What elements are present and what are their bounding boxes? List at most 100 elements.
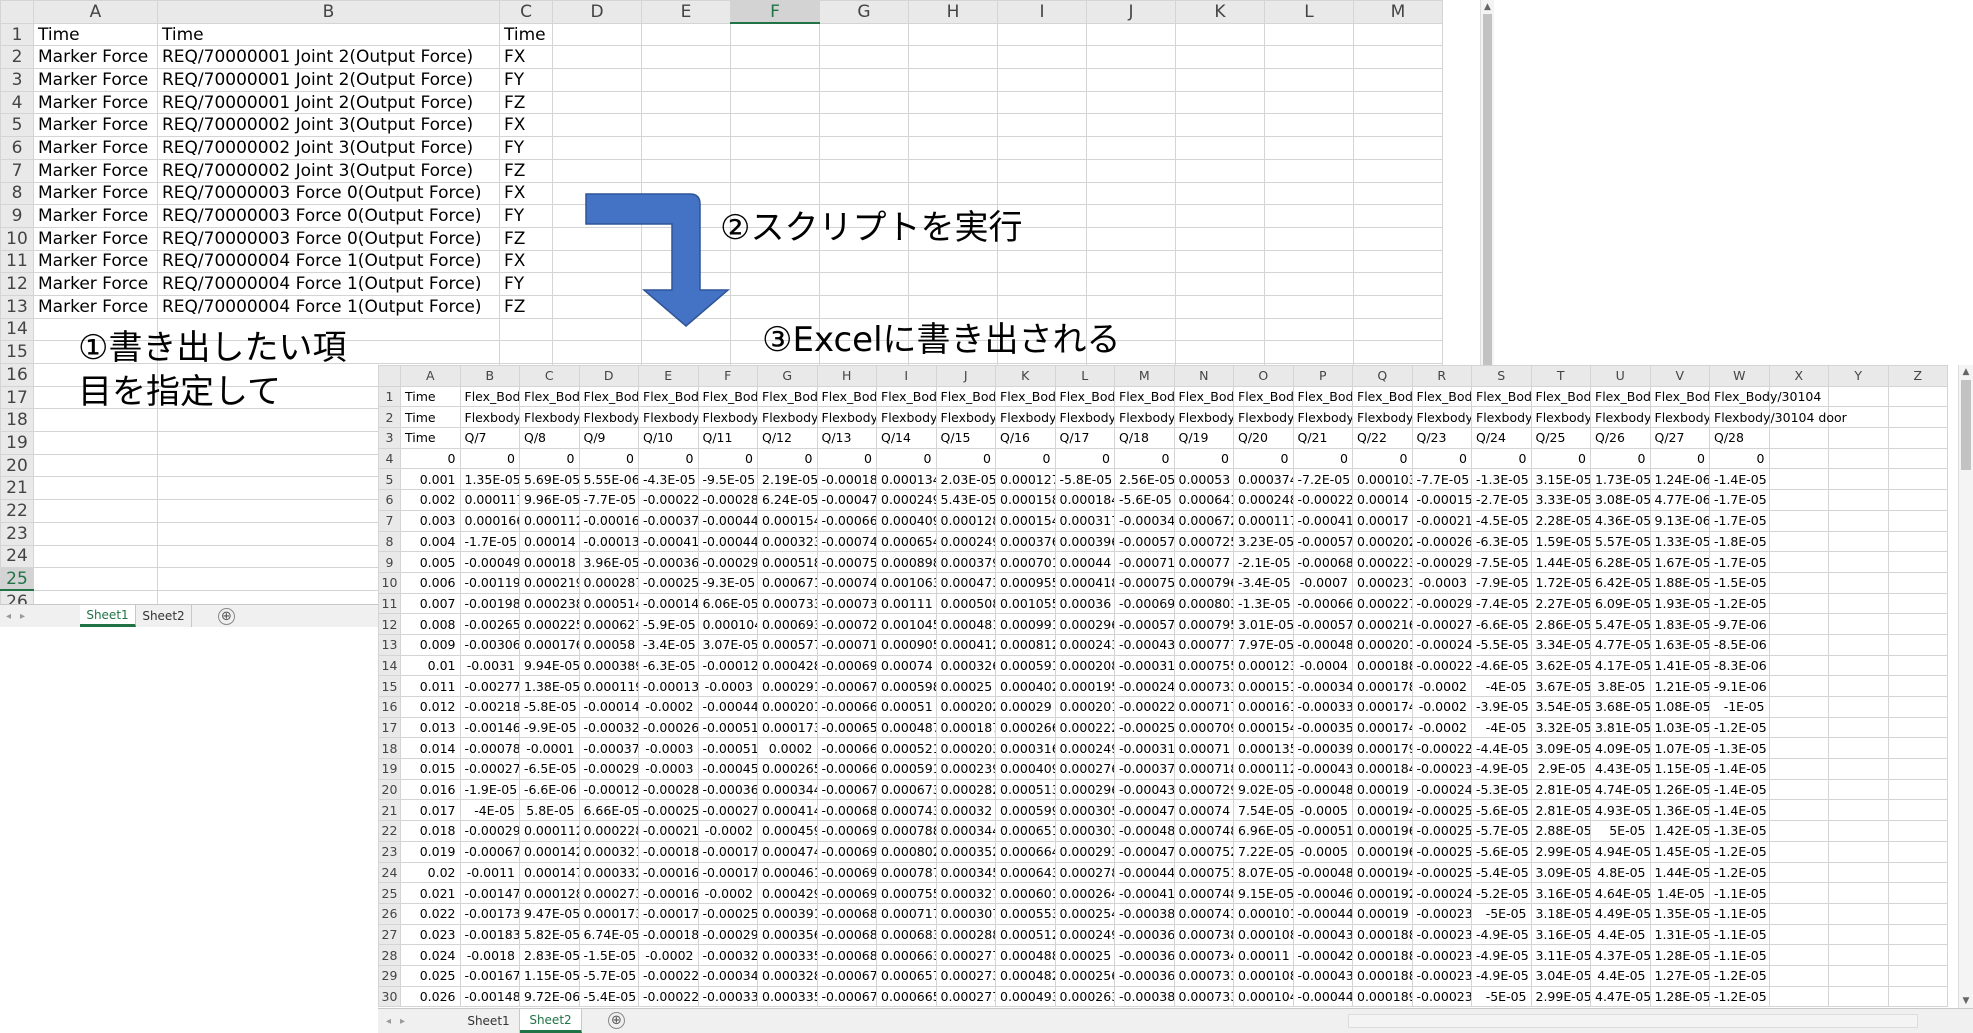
cell[interactable]: -0.00068 [816,902,877,925]
cell[interactable]: 0.000104 [697,613,758,635]
cell[interactable]: -5.6E-05 [1471,799,1532,822]
cell[interactable] [1887,882,1948,904]
cell[interactable]: -0.00043 [1114,633,1175,656]
cell[interactable]: 0.000733 [1173,964,1234,987]
cell[interactable]: 0.02 [400,861,461,884]
cell[interactable]: 1.83E-05 [1649,613,1710,635]
cell[interactable]: 0.000323 [757,530,818,553]
column-header-e[interactable]: E [638,365,699,387]
cell[interactable]: 0.000135 [1233,737,1294,760]
cell[interactable]: -0.0003 [638,737,699,760]
cell[interactable]: 0.000187 [935,716,996,739]
cell[interactable] [1768,551,1829,573]
cell[interactable]: -0.00041 [1114,882,1175,904]
cell[interactable]: -0.00036 [1114,964,1175,987]
cell[interactable]: 0.000335 [757,985,818,1008]
cell[interactable] [819,272,909,296]
cell[interactable]: 4.93E-05 [1590,799,1651,822]
row-header[interactable]: 9 [0,204,34,228]
cell[interactable]: Time [33,22,158,47]
cell[interactable]: 0.000787 [876,861,937,884]
cell[interactable]: 0.021 [400,882,461,904]
cell[interactable]: -0.00306 [459,633,520,656]
cell[interactable]: 4.36E-05 [1590,509,1651,532]
cell[interactable]: -0.00012 [578,778,639,801]
cell[interactable]: REQ/70000001 Joint 2(Output Force) [157,68,500,92]
cell[interactable]: -1.5E-05 [1709,571,1770,594]
column-header-u[interactable]: U [1590,365,1651,387]
cell[interactable]: 0.000725 [1173,530,1234,553]
cell[interactable]: 0.000239 [935,758,996,780]
cell[interactable]: -0.00078 [459,737,520,760]
cell[interactable]: 0.000755 [1173,654,1234,677]
cell[interactable]: 0.00051 [876,696,937,718]
cell[interactable] [1086,272,1176,296]
cell[interactable]: 0.000216 [1352,613,1413,635]
cell[interactable] [1768,468,1829,491]
cell[interactable] [641,158,731,183]
cell[interactable] [1828,902,1889,925]
cell[interactable]: REQ/70000002 Joint 3(Output Force) [157,136,500,160]
cell[interactable]: 0 [638,447,699,470]
cell[interactable] [908,181,998,206]
cell[interactable]: 0.000273 [578,882,639,904]
cell[interactable] [1175,136,1265,160]
sheet-tab[interactable]: Sheet1 [458,1009,520,1033]
cell[interactable] [1768,799,1829,822]
cell[interactable]: -0.00048 [1292,861,1353,884]
cell[interactable]: Flex_Body [1233,385,1294,408]
cell[interactable] [1086,204,1176,228]
cell[interactable]: 0.000161 [1233,696,1294,718]
cell[interactable] [908,45,998,70]
add-sheet-icon[interactable]: ⊕ [218,608,235,625]
cell[interactable]: 9.96E-05 [519,489,580,511]
cell[interactable]: Q/14 [876,427,937,449]
cell[interactable]: -0.00047 [1114,799,1175,822]
cell[interactable] [997,158,1087,183]
cell[interactable]: 0.000991 [995,613,1056,635]
cell[interactable]: 0.001055 [995,592,1056,615]
cell[interactable]: Marker Force [33,249,158,274]
cell[interactable]: Q/27 [1649,427,1710,449]
cell[interactable] [1768,882,1829,904]
cell[interactable] [641,340,731,364]
cell[interactable]: 4.17E-05 [1590,654,1651,677]
cell[interactable]: 0.00111 [876,592,937,615]
cell[interactable] [1768,923,1829,946]
cell[interactable]: Marker Force [33,45,158,70]
cell[interactable]: 0 [1173,447,1234,470]
row-header[interactable]: 11 [378,592,401,615]
cell[interactable]: -0.00025 [638,799,699,822]
cell[interactable]: 0.000296 [1054,778,1115,801]
cell[interactable] [819,181,909,206]
cell[interactable]: -0.00044 [697,509,758,532]
cell[interactable]: 0.00071 [1173,737,1234,760]
cell[interactable]: 0.000396 [1054,530,1115,553]
cell[interactable]: 0.000225 [519,613,580,635]
cell[interactable]: -0.00147 [459,882,520,904]
cell[interactable]: 0.005 [400,551,461,573]
cell[interactable] [1768,489,1829,511]
tab-scroll-right-icon[interactable]: ▸ [20,605,25,627]
cell[interactable]: 0.000249 [1054,923,1115,946]
cell[interactable]: 0.004 [400,530,461,553]
cell[interactable] [819,113,909,138]
cell[interactable]: 0.000189 [1352,985,1413,1008]
cell[interactable]: -0.00014 [578,696,639,718]
cell[interactable]: 0.000276 [1054,758,1115,780]
cell[interactable]: -0.00071 [1114,551,1175,573]
cell[interactable]: 5.69E-05 [519,468,580,491]
cell[interactable]: 0.008 [400,613,461,635]
cell[interactable] [1086,181,1176,206]
cell[interactable]: Flexbody/ [578,406,639,429]
cell[interactable]: 2.99E-05 [1530,840,1591,863]
cell[interactable]: Flex_Body [638,385,699,408]
cell[interactable]: 0.000651 [995,820,1056,842]
cell[interactable]: Flex_Body [1411,385,1472,408]
cell[interactable] [1887,571,1948,594]
cell[interactable]: 9.72E-06 [519,985,580,1008]
cell[interactable]: 0.000673 [876,778,937,801]
column-header-x[interactable]: X [1768,365,1829,387]
cell[interactable]: Flex_Body [1530,385,1591,408]
cell[interactable]: -1.9E-05 [459,778,520,801]
